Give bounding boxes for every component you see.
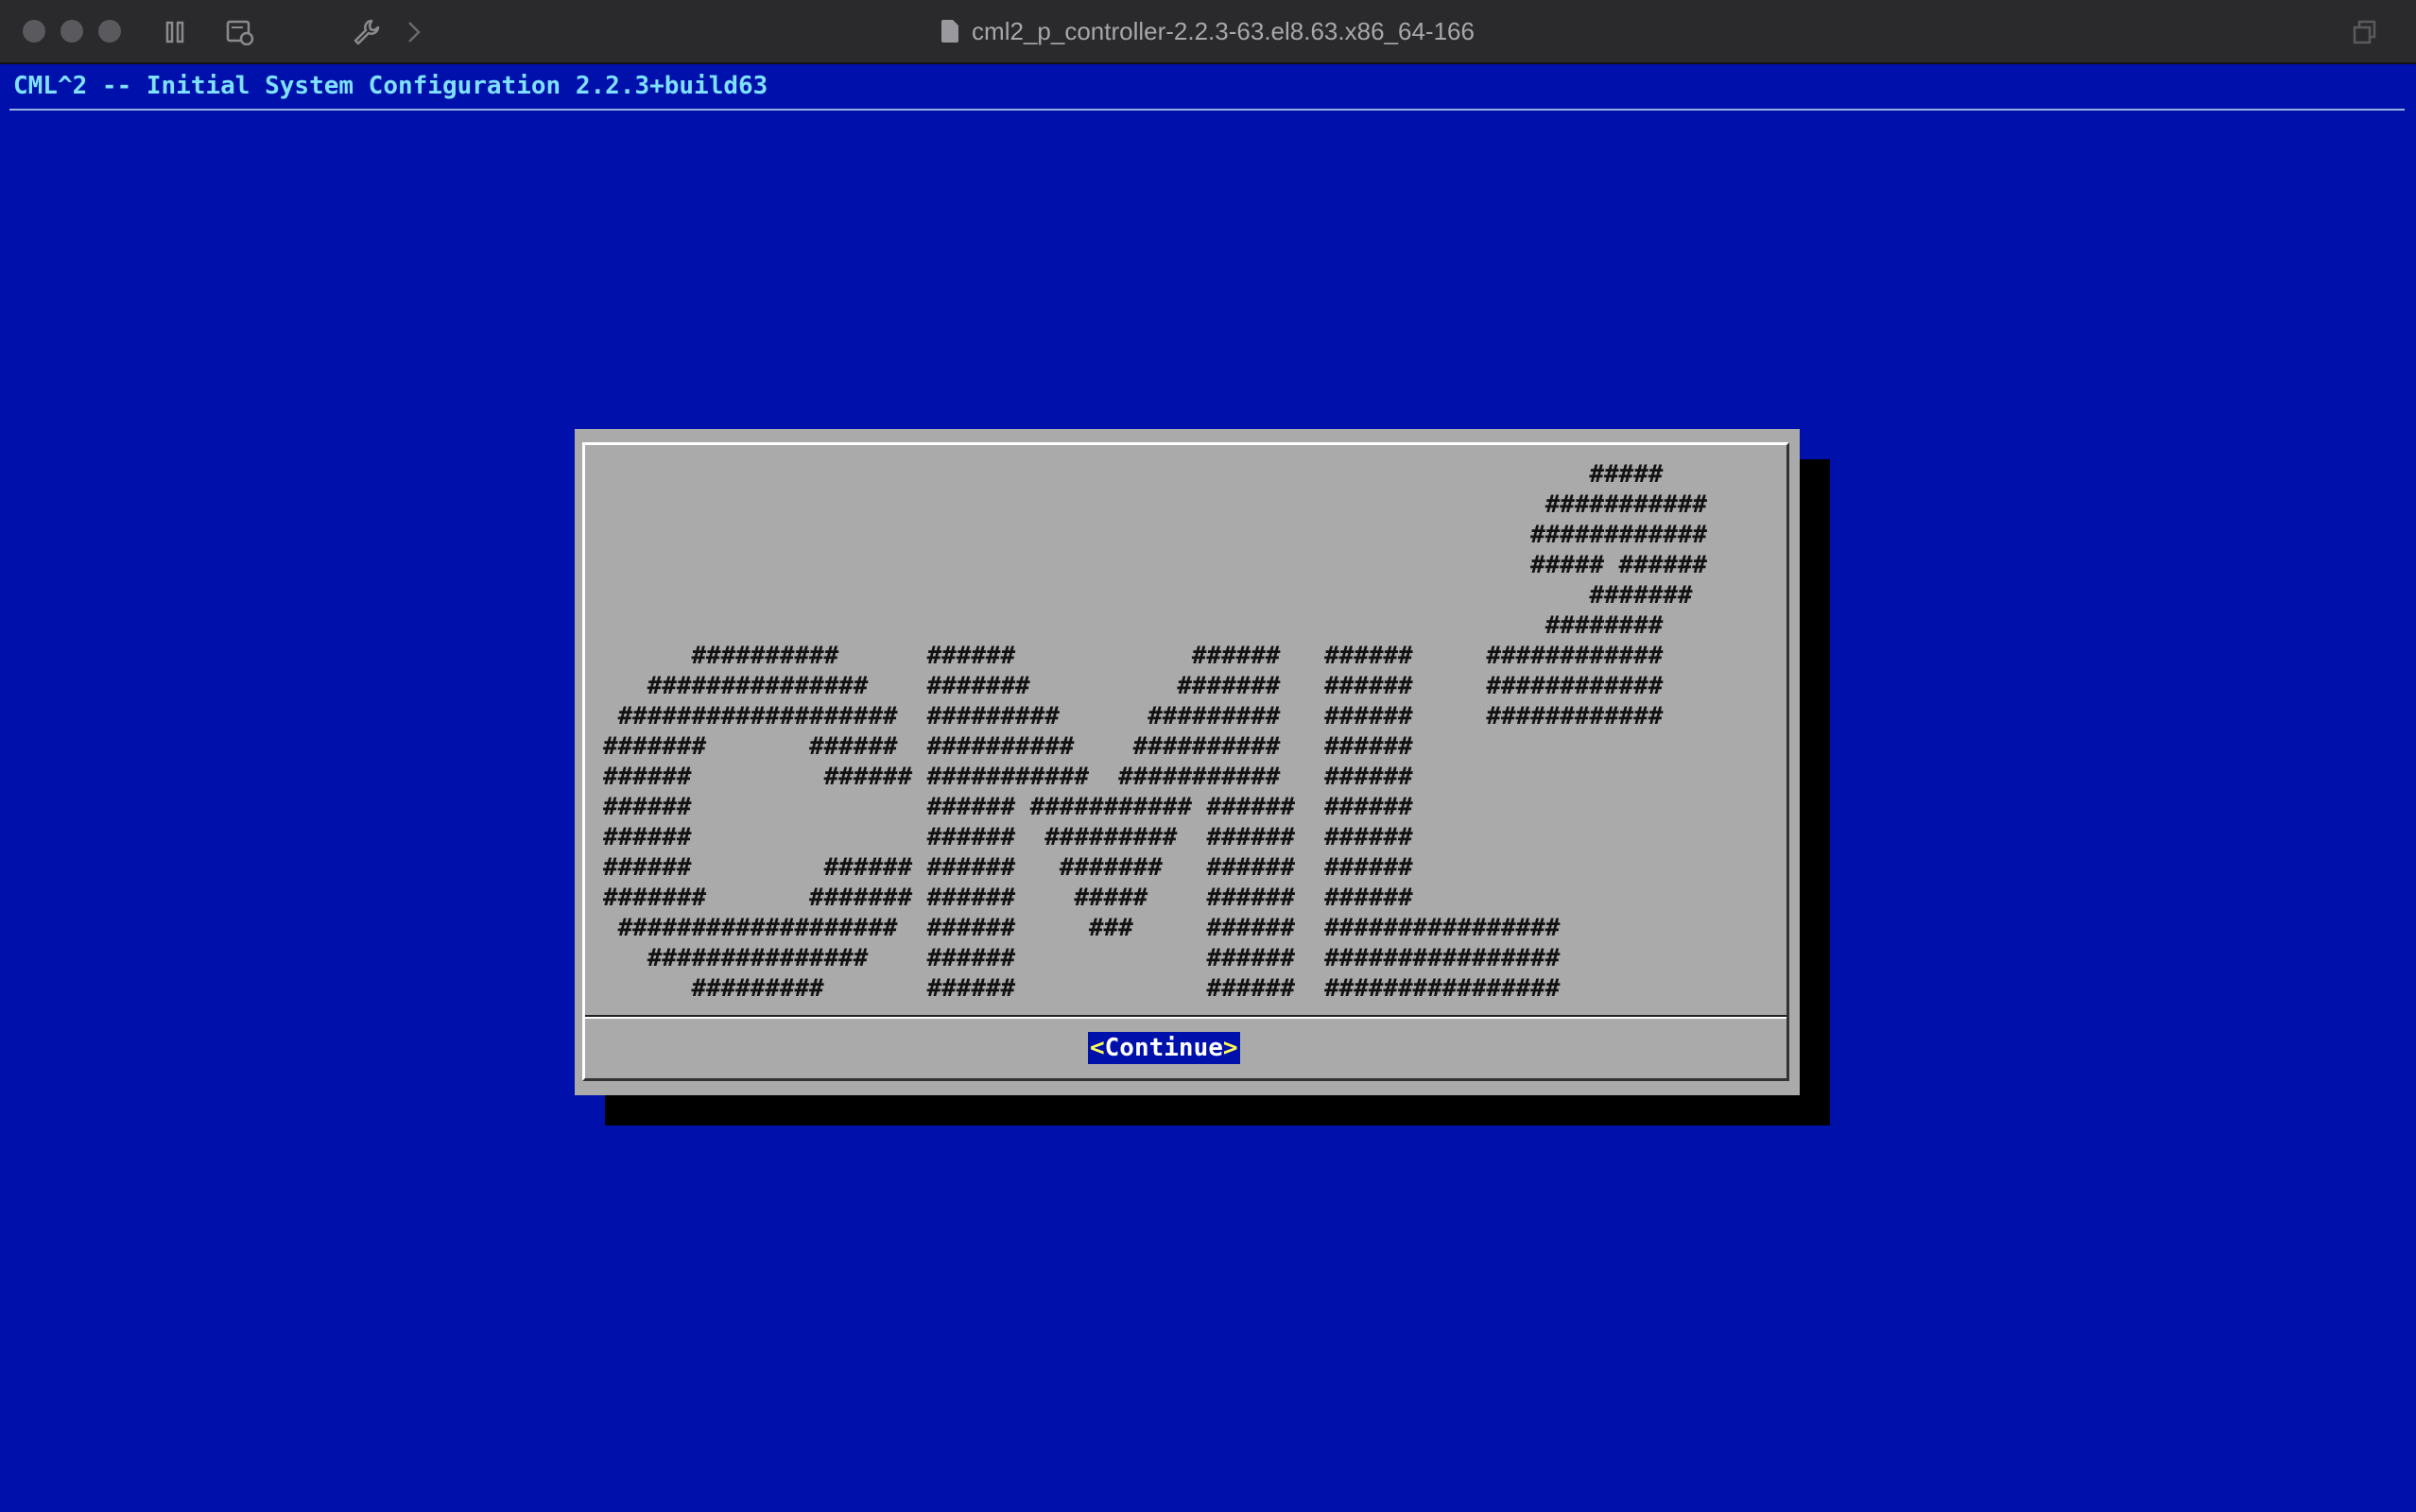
continue-button-label: Continue bbox=[1104, 1034, 1223, 1062]
pause-icon[interactable] bbox=[157, 13, 195, 51]
document-icon bbox=[941, 20, 959, 43]
zoom-window-icon[interactable] bbox=[98, 20, 121, 43]
cml-ascii-logo: ##### ########### ############ ##### ###… bbox=[603, 460, 1707, 1003]
header-divider bbox=[9, 109, 2405, 111]
dialog-button-separator bbox=[585, 1015, 1786, 1019]
window-title: cml2_p_controller-2.2.3-63.el8.63.x86_64… bbox=[972, 16, 1475, 45]
minimize-window-icon[interactable] bbox=[60, 20, 83, 43]
window-titlebar: cml2_p_controller-2.2.3-63.el8.63.x86_64… bbox=[0, 0, 2416, 64]
forward-chevron-icon[interactable] bbox=[395, 13, 433, 51]
window-resize-icon[interactable] bbox=[2346, 13, 2384, 51]
wrench-icon[interactable] bbox=[348, 13, 386, 51]
snapshot-icon[interactable] bbox=[221, 13, 259, 51]
terminal-header-title: CML^2 -- Initial System Configuration 2.… bbox=[13, 72, 768, 100]
close-window-icon[interactable] bbox=[23, 20, 45, 43]
splash-dialog: ##### ########### ############ ##### ###… bbox=[575, 429, 1800, 1095]
vm-console-window: cml2_p_controller-2.2.3-63.el8.63.x86_64… bbox=[0, 0, 2416, 1512]
continue-button[interactable]: <Continue> bbox=[1088, 1032, 1240, 1064]
continue-button-right-bracket: > bbox=[1222, 1034, 1238, 1062]
continue-button-left-bracket: < bbox=[1090, 1034, 1105, 1062]
